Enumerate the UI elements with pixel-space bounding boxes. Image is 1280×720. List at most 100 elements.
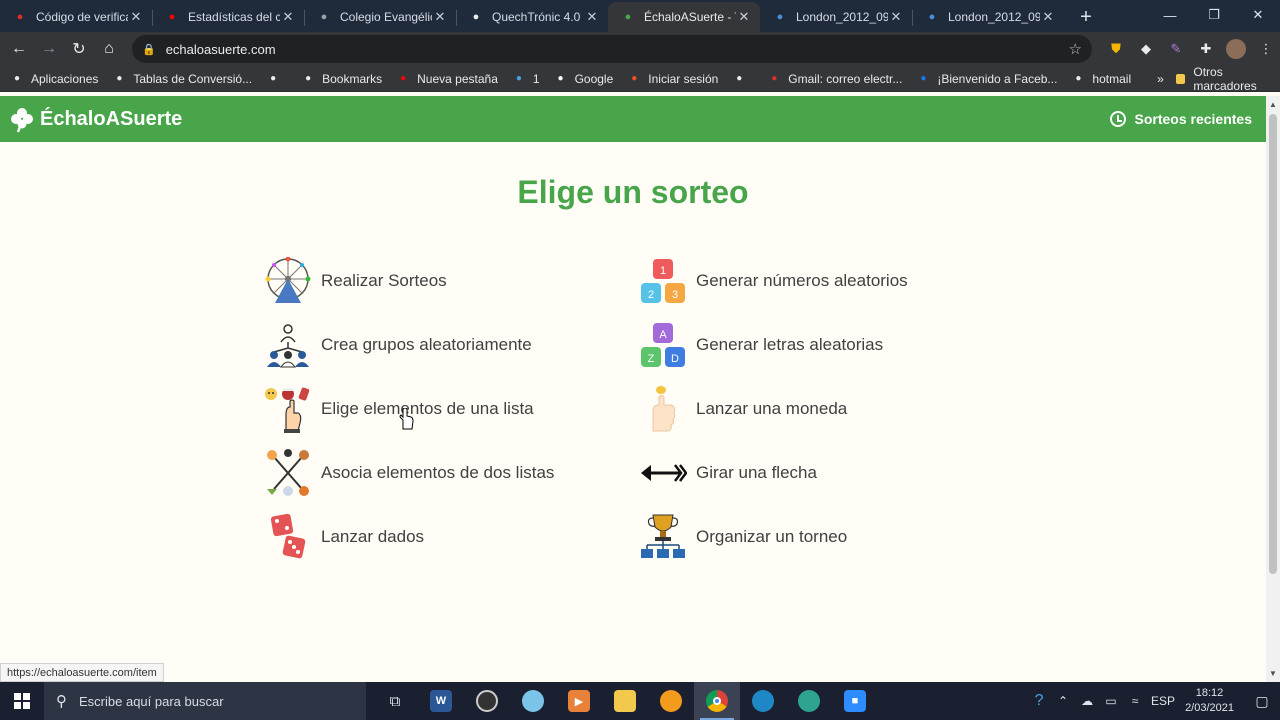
puzzle-icon[interactable]: ✚ [1196,39,1216,59]
close-tab-icon[interactable]: ✕ [736,9,752,25]
bookmark-item[interactable]: ● Gmail: correo electr... [767,72,902,86]
system-tray: ? ⌃ ☁ ▭ ≈ ESP 18:12 2/03/2021 ▢ [1027,682,1280,720]
option-asocia-elementos[interactable]: Asocia elementos de dos listas [264,448,554,498]
bookmark-item[interactable]: ● [266,72,287,86]
feather-extension-icon[interactable]: ✎ [1166,39,1186,59]
edge-icon[interactable] [740,682,786,720]
close-tab-icon[interactable]: ✕ [888,9,904,25]
file-explorer-icon[interactable] [602,682,648,720]
bookmark-label: hotmail [1092,71,1132,86]
option-label: Realizar Sorteos [321,271,447,290]
option-label: Crea grupos aleatoriamente [321,335,532,354]
clock[interactable]: 18:12 2/03/2021 [1185,686,1234,716]
forward-icon[interactable]: → [34,34,64,64]
option-crea-grupos[interactable]: Crea grupos aleatoriamente [264,320,532,370]
task-view-icon[interactable]: ⧉ [372,682,418,720]
edge-alt-icon[interactable] [786,682,832,720]
extension-icon[interactable]: ◆ [1136,39,1156,59]
back-icon[interactable]: ← [4,34,34,64]
bookmarks-overflow[interactable]: » [1157,72,1164,86]
microsoft-icon: ● [631,73,638,84]
other-bookmarks[interactable]: Otros marcadores [1175,65,1270,93]
browser-toolbar: ← → ↻ ⌂ 🔒 echaloasuerte.com ☆ ⛊ ◆ ✎ ✚ ⋮ [0,32,1280,66]
new-tab-button[interactable]: + [1070,2,1102,32]
browser-tab[interactable]: ● London_2012_091 ✕ [760,2,912,32]
browser-tab[interactable]: ● ÉchaloASuerte - T ✕ [608,2,760,32]
clover-icon [11,108,33,133]
notifications-icon[interactable]: ▢ [1244,693,1280,710]
scrollbar-thumb[interactable] [1269,114,1277,574]
taskbar-search[interactable]: ⚲ Escribe aquí para buscar [44,682,366,720]
profile-avatar[interactable] [1226,39,1246,59]
option-label: Generar números aleatorios [696,271,908,290]
chevron-up-icon[interactable]: ⌃ [1051,694,1075,708]
close-tab-icon[interactable]: ✕ [128,9,144,25]
close-tab-icon[interactable]: ✕ [1040,9,1056,25]
close-window-icon[interactable]: ✕ [1236,0,1280,30]
zoom-icon[interactable]: ■ [832,682,878,720]
browser-tab[interactable]: ● Colegio Evangélic ✕ [304,2,456,32]
close-tab-icon[interactable]: ✕ [280,9,296,25]
option-generar-letras[interactable]: A Z D Generar letras aleatorias [639,320,883,370]
ferris-wheel-icon [264,257,312,305]
bookmark-item[interactable]: ● Tablas de Conversió... [112,72,252,86]
option-label: Lanzar una moneda [696,399,848,418]
media-player-icon[interactable]: ▶ [556,682,602,720]
bookmark-item[interactable]: ● [732,72,753,86]
hand-cursor-icon [399,408,414,430]
paint-icon[interactable] [510,682,556,720]
bookmark-item[interactable]: ● 1 [512,72,540,86]
bookmark-item[interactable]: ● Google [554,72,614,86]
search-icon: ⚲ [56,693,67,710]
bookmark-item[interactable]: ● hotmail [1071,72,1131,86]
status-url: https://echaloasuerte.com/item [7,666,157,679]
page-scrollbar[interactable]: ▲ ▼ [1266,96,1280,682]
language-indicator[interactable]: ESP [1147,694,1179,708]
bookmark-star-icon[interactable]: ☆ [1069,40,1082,58]
browser-tab[interactable]: ● Código de verifica ✕ [0,2,152,32]
option-lanzar-dados[interactable]: Lanzar dados [264,512,424,562]
url-text: echaloasuerte.com [165,41,276,57]
battery-icon[interactable]: ▭ [1099,694,1123,708]
cloud-icon[interactable]: ☁ [1075,694,1099,708]
scroll-up-icon[interactable]: ▲ [1269,100,1277,109]
recent-draws-link[interactable]: Sorteos recientes [1109,111,1253,127]
address-bar[interactable]: 🔒 echaloasuerte.com ☆ [132,35,1092,63]
browser-tab[interactable]: ● London_2012_091 ✕ [912,2,1064,32]
brand-logo[interactable]: ÉchaloASuerte [8,105,182,133]
browser-tab[interactable]: ● QuechTrónic 4.0 - ✕ [456,2,608,32]
letter-block-a: A [659,329,667,341]
menu-icon[interactable]: ⋮ [1256,39,1276,59]
home-icon[interactable]: ⌂ [94,34,124,64]
option-generar-numeros[interactable]: 1 2 3 Generar números aleatorios [639,256,908,306]
bookmark-item[interactable]: ● Aplicaciones [10,72,98,86]
reload-icon[interactable]: ↻ [64,34,94,64]
chrome-icon[interactable] [694,682,740,720]
help-icon[interactable]: ? [1027,692,1051,710]
recent-draws-label: Sorteos recientes [1134,111,1253,127]
close-tab-icon[interactable]: ✕ [432,9,448,25]
windows-start-icon[interactable] [0,682,44,720]
globe-icon: ● [116,73,123,84]
restore-icon[interactable]: ❐ [1192,0,1236,30]
option-label: Girar una flecha [696,463,817,482]
minimize-icon[interactable]: — [1148,0,1192,30]
shield-extension-icon[interactable]: ⛊ [1106,39,1126,59]
letter-blocks-icon: A Z D [639,321,687,369]
wifi-icon[interactable]: ≈ [1123,694,1147,708]
option-organizar-torneo[interactable]: Organizar un torneo [639,512,847,562]
bookmark-item[interactable]: ● Bookmarks [301,72,382,86]
scroll-down-icon[interactable]: ▼ [1269,669,1277,678]
word-icon[interactable]: W [418,682,464,720]
tab-title: London_2012_091 [796,10,888,24]
app-orange-icon[interactable] [648,682,694,720]
bookmark-item[interactable]: ● Iniciar sesión [627,72,718,86]
obs-icon[interactable] [464,682,510,720]
bookmark-item[interactable]: ● ¡Bienvenido a Faceb... [916,72,1057,86]
option-girar-flecha[interactable]: Girar una flecha [639,448,817,498]
option-lanzar-moneda[interactable]: Lanzar una moneda [639,384,847,434]
browser-tab[interactable]: ● Estadísticas del ca ✕ [152,2,304,32]
option-realizar-sorteos[interactable]: Realizar Sorteos [264,256,447,306]
bookmark-item[interactable]: ● Nueva pestaña [396,72,498,86]
close-tab-icon[interactable]: ✕ [584,9,600,25]
